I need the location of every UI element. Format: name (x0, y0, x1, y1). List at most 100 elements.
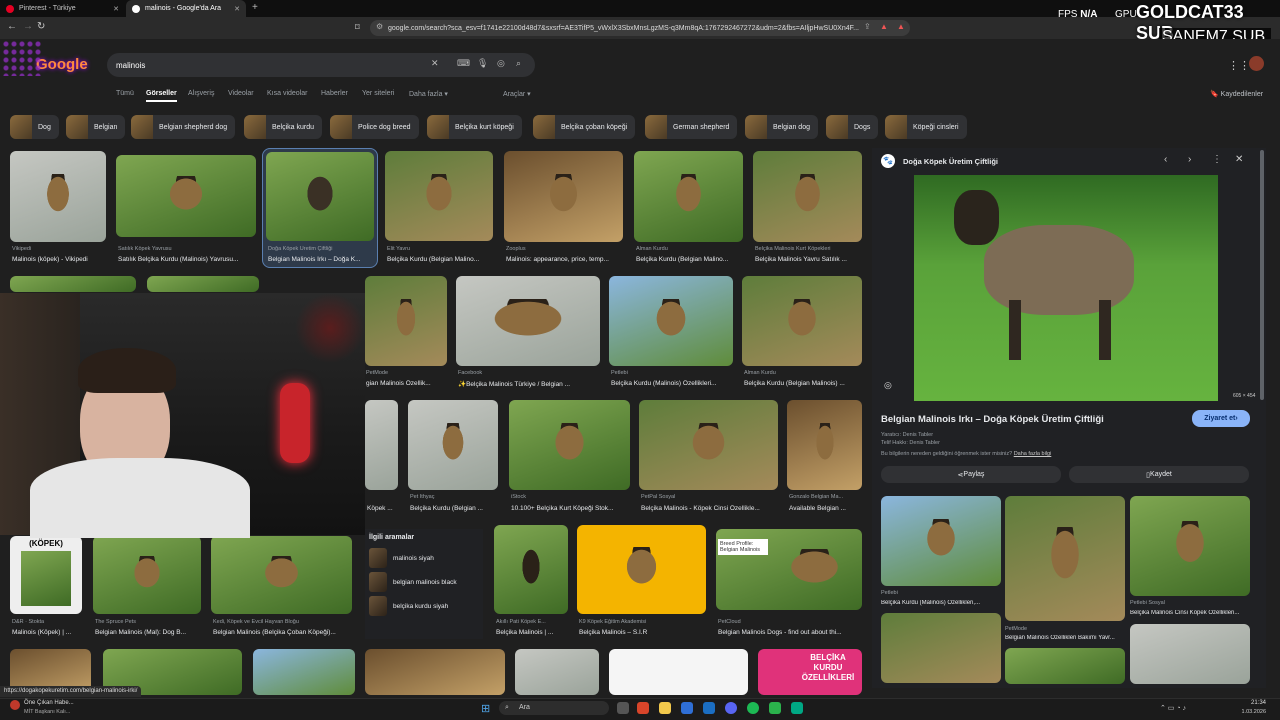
result-title[interactable]: Köpek ... (367, 505, 399, 512)
result-title[interactable]: Belçika Kurdu (Malinois) Özellikleri,... (881, 600, 1001, 606)
tools-button[interactable]: Araçlar ▾ (503, 90, 531, 98)
bookmark-icon[interactable]: ⌑ (355, 22, 360, 33)
tab-short-videos[interactable]: Kısa videolar (267, 90, 307, 97)
close-icon[interactable]: ✕ (113, 5, 119, 13)
result-title[interactable]: Belçika Kurdu (Belgian Malinois) ... (744, 380, 864, 387)
result-image[interactable]: Breed Profile: Belgian Malinois (716, 529, 862, 610)
result-image[interactable] (494, 525, 568, 614)
close-icon[interactable]: ✕ (234, 5, 240, 13)
result-image[interactable] (509, 400, 630, 490)
lens-icon[interactable]: ◎ (884, 380, 892, 391)
taskbar-search[interactable]: ⌕ Ara (499, 701, 609, 715)
app-icon[interactable] (769, 702, 781, 714)
chip[interactable]: Belçika kurt köpeği (427, 115, 522, 139)
steam-icon[interactable] (703, 702, 715, 714)
whatsapp-icon[interactable] (791, 702, 803, 714)
result-title[interactable]: Malinois (köpek) - Vikipedi (12, 256, 108, 263)
search-input[interactable]: malinois ✕ ⌨ 🎙 ◎ ⌕ (107, 53, 535, 77)
result-image[interactable] (515, 649, 599, 695)
result-image[interactable] (408, 400, 498, 490)
save-button[interactable]: ▯ Kaydet (1069, 466, 1249, 483)
result-image[interactable] (639, 400, 778, 490)
result-title[interactable]: Belçika Malinois Yavru Satılık ... (755, 256, 864, 263)
result-image[interactable] (456, 276, 600, 366)
chip[interactable]: Belgian dog (745, 115, 818, 139)
result-image[interactable] (365, 276, 447, 366)
discord-icon[interactable] (725, 702, 737, 714)
result-title[interactable]: Belçika Kurdu (Belgian Malino... (387, 256, 495, 263)
apps-icon[interactable]: ⋮⋮ (1228, 59, 1250, 72)
tab-pinterest[interactable]: Pinterest - Türkiye ✕ (0, 0, 125, 17)
related-image[interactable] (1005, 496, 1125, 621)
result-title[interactable]: ✨Belçika Malinois Türkiye / Belgian ... (458, 380, 602, 388)
folder-icon[interactable] (659, 702, 671, 714)
result-image[interactable] (365, 400, 398, 490)
mic-icon[interactable]: 🎙 (477, 58, 488, 69)
result-image[interactable] (753, 151, 862, 242)
chip[interactable]: Belgian (66, 115, 126, 139)
related-image[interactable] (1005, 648, 1125, 684)
result-image[interactable] (577, 525, 706, 614)
result-image[interactable] (634, 151, 743, 242)
url-field[interactable]: google.com/search?sca_esv=f1741e22100d48… (370, 20, 910, 36)
tab-shopping[interactable]: Alışveriş (188, 90, 214, 97)
tab-places[interactable]: Yer siteleri (362, 90, 394, 97)
reload-icon[interactable]: ↻ (37, 21, 45, 32)
related-item[interactable]: belgian malinois black (365, 570, 483, 594)
result-title[interactable]: Belgian Malinois Dogs - find out about t… (718, 629, 864, 636)
result-title[interactable]: Belgian Malinois (Belçika Çoban Köpeği).… (213, 629, 354, 636)
result-title[interactable]: gian Malinois Özellik... (366, 380, 448, 387)
tab-images[interactable]: Görseller (146, 90, 177, 102)
tab-more[interactable]: Daha fazla ▾ (409, 90, 448, 98)
chip[interactable]: Dogs (826, 115, 879, 139)
result-title[interactable]: Belgian Malinois Irkı – Doğa K... (268, 256, 376, 263)
result-image[interactable]: (KÖPEK) (10, 536, 82, 614)
result-title[interactable]: 10.100+ Belçika Kurt Köpeği Stok... (511, 505, 632, 512)
keyboard-icon[interactable]: ⌨ (457, 58, 470, 69)
related-item[interactable]: belçika kurdu siyah (365, 594, 483, 618)
site-info-icon[interactable]: ⚙ (376, 22, 383, 31)
tab-news[interactable]: Haberler (321, 90, 348, 97)
app-icon[interactable] (681, 702, 693, 714)
result-image[interactable] (787, 400, 862, 490)
result-image[interactable] (10, 151, 106, 242)
result-title[interactable]: Belgian Malinois (Mal): Dog B... (95, 629, 203, 636)
share-button[interactable]: ⋖ Paylaş (881, 466, 1061, 483)
tab-all[interactable]: Tümü (116, 90, 134, 97)
lens-icon[interactable]: ◎ (497, 58, 505, 69)
chip[interactable]: Belgian shepherd dog (131, 115, 236, 139)
clear-icon[interactable]: ✕ (431, 58, 439, 69)
extension-icon[interactable]: ▲ (880, 22, 888, 31)
tray-icons[interactable]: ⌃ ▭ ◔ ♪ (1160, 704, 1186, 712)
result-image[interactable] (147, 276, 259, 292)
related-image[interactable] (881, 496, 1001, 586)
chip[interactable]: Köpeği cinsleri (885, 115, 967, 139)
result-title[interactable]: Belçika Kurdu (Belgian Malino... (636, 256, 745, 263)
result-image[interactable] (609, 276, 733, 366)
result-title[interactable]: Belçika Malinois | ... (496, 629, 570, 636)
result-title[interactable]: Belçika Malinois – S.I.R (579, 629, 708, 636)
related-image[interactable] (881, 613, 1001, 683)
extension-icon[interactable]: ▲ (897, 22, 905, 31)
avatar[interactable] (1249, 56, 1264, 71)
clock-date[interactable]: 1.03.2026 (1230, 709, 1266, 715)
spotify-icon[interactable] (747, 702, 759, 714)
result-title[interactable]: Belgian Malinois Özellikleri Bakımı Yavr… (1005, 635, 1125, 641)
scrollbar[interactable] (1260, 150, 1264, 400)
back-icon[interactable]: ← (7, 21, 17, 32)
new-tab-button[interactable]: + (252, 2, 258, 13)
result-image[interactable]: BELÇİKA KURDU ÖZELLİKLERİ (758, 649, 862, 695)
news-icon[interactable] (10, 700, 20, 710)
related-item[interactable]: malinois siyah (365, 546, 483, 570)
tab-videos[interactable]: Videolar (228, 90, 254, 97)
related-image[interactable] (1130, 624, 1250, 684)
result-title[interactable]: Belçika Malinois - Köpek Cinsi Özellikle… (641, 505, 780, 512)
result-image[interactable] (742, 276, 862, 366)
clock-time[interactable]: 21:34 (1236, 700, 1266, 706)
news-title[interactable]: Öne Çıkan Habe... (24, 700, 74, 706)
saved-link[interactable]: 🔖 Kaydedilenler (1210, 90, 1263, 98)
panel-title[interactable]: Belgian Malinois Irkı – Doğa Köpek Üreti… (881, 414, 1181, 425)
chip[interactable]: Police dog breed (330, 115, 419, 139)
google-logo[interactable]: Google (36, 56, 88, 73)
result-image[interactable] (609, 649, 748, 695)
